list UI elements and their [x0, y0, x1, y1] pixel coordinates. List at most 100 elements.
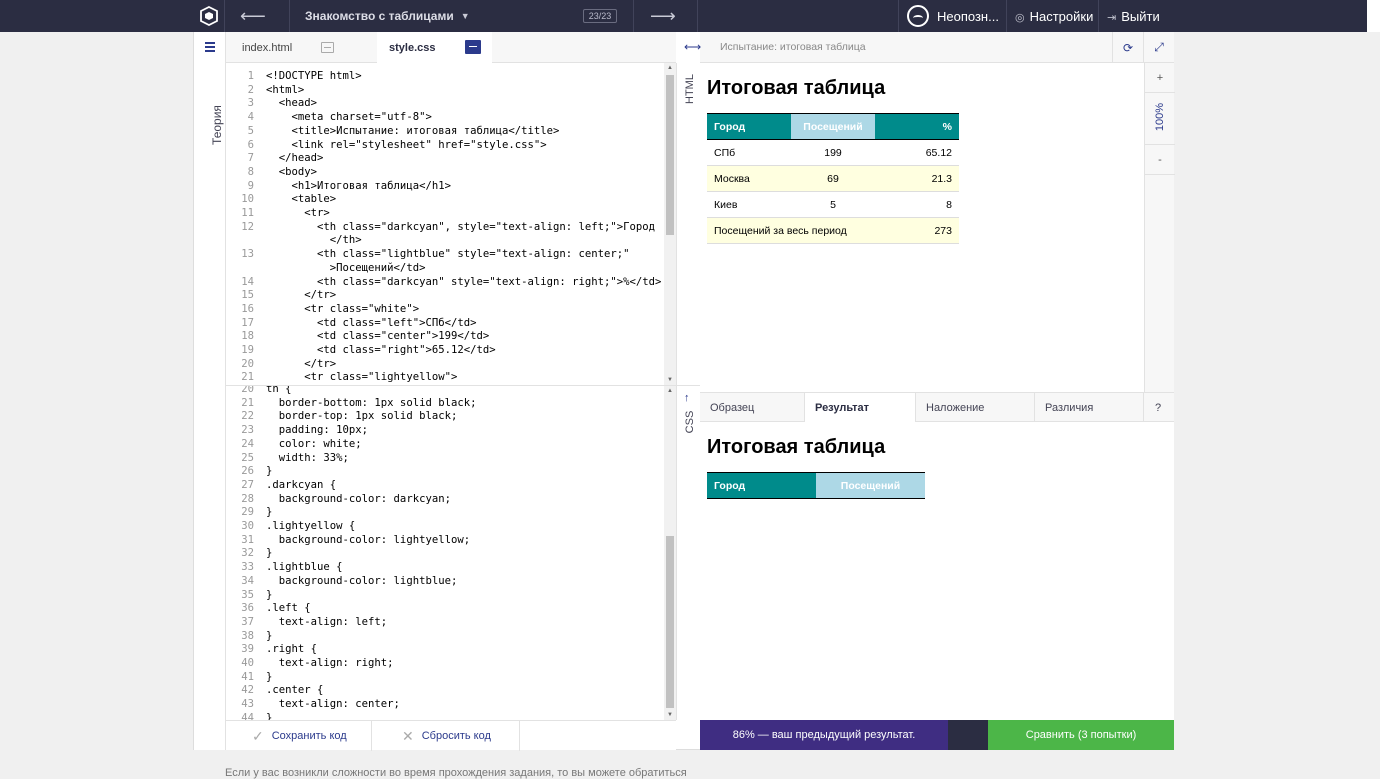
code-line[interactable]: 35}	[226, 589, 666, 603]
code-line[interactable]: 20 </tr>	[226, 358, 666, 372]
code-line[interactable]: 30 .lightyellow {	[226, 520, 666, 534]
zoom-out-button[interactable]: -	[1145, 145, 1175, 175]
code-line[interactable]: 14 <th class="darkcyan" style="text-alig…	[226, 276, 666, 290]
line-number: 20	[241, 357, 254, 370]
code-line[interactable]: 26}	[226, 465, 666, 479]
code-line[interactable]: 18 <td class="center">199</td>	[226, 330, 666, 344]
code-line[interactable]: 44}	[226, 712, 666, 720]
line-number: 39	[241, 643, 254, 656]
code-line[interactable]: 19 <td class="right">65.12</td>	[226, 344, 666, 358]
fullscreen-button[interactable]: ⤢	[1143, 32, 1174, 63]
refresh-button[interactable]: ⟳	[1112, 32, 1143, 63]
code-line[interactable]: 36 .left {	[226, 602, 666, 616]
code-text: text-align: center;	[266, 698, 400, 711]
reset-code-button[interactable]: ✕ Сбросить код	[372, 721, 520, 751]
line-number: 14	[241, 275, 254, 288]
code-line[interactable]: 3 <head>	[226, 97, 666, 111]
editor-actions: ✓ Сохранить код ✕ Сбросить код	[226, 720, 676, 751]
user-name: Неопозн...	[937, 8, 999, 24]
code-line[interactable]: 38}	[226, 630, 666, 644]
line-number: 13	[241, 248, 254, 261]
code-line[interactable]: 20 th {	[226, 386, 666, 397]
code-line[interactable]: 33 .lightblue {	[226, 561, 666, 575]
code-text: }	[266, 588, 273, 601]
code-text: }	[266, 465, 273, 478]
css-side-label[interactable]: ↑ CSS	[676, 386, 700, 720]
code-line[interactable]: 4 <meta charset="utf-8">	[226, 111, 666, 125]
code-line[interactable]: 12 <th class="darkcyan", style="text-ali…	[226, 221, 666, 235]
line-number: 21	[241, 371, 254, 384]
table-header: %	[875, 113, 959, 140]
code-line[interactable]: 8 <body>	[226, 166, 666, 180]
save-code-button[interactable]: ✓ Сохранить код	[226, 721, 372, 751]
tab-overlay[interactable]: Наложение	[916, 393, 1035, 422]
code-line[interactable]: 34 background-color: lightblue;	[226, 575, 666, 589]
code-line[interactable]: 17 <td class="left">СПб</td>	[226, 317, 666, 331]
code-line[interactable]: 15 </tr>	[226, 289, 666, 303]
code-line[interactable]: 11 <tr>	[226, 207, 666, 221]
tab-sample[interactable]: Образец	[700, 393, 805, 422]
code-line[interactable]: 1 <!DOCTYPE html>	[226, 70, 666, 84]
code-line[interactable]: 23 padding: 10px;	[226, 424, 666, 438]
code-line[interactable]: 27 .darkcyan {	[226, 479, 666, 493]
code-line[interactable]: 6 <link rel="stylesheet" href="style.css…	[226, 139, 666, 153]
css-scrollbar[interactable]: ▲ ▼	[664, 386, 676, 720]
css-label: CSS	[684, 410, 696, 434]
code-line[interactable]: >Посещений</td>	[226, 262, 666, 276]
resize-icon[interactable]: ⟷	[684, 40, 701, 54]
logo-icon[interactable]	[199, 0, 219, 32]
line-number: 23	[241, 424, 254, 437]
tab-index-html[interactable]: index.html	[226, 32, 345, 63]
code-line[interactable]: 22 border-top: 1px solid black;	[226, 410, 666, 424]
code-line[interactable]: 2 <html>	[226, 84, 666, 98]
theory-panel[interactable]: Теория	[194, 32, 226, 750]
code-line[interactable]: 13 <th class="lightblue" style="text-ali…	[226, 248, 666, 262]
collapse-icon[interactable]	[321, 42, 334, 53]
html-side-label[interactable]: HTML	[676, 63, 700, 385]
code-line[interactable]: 16 <tr class="white">	[226, 303, 666, 317]
code-line[interactable]: 43 text-align: center;	[226, 698, 666, 712]
settings-link[interactable]: ◎ Настройки	[1015, 0, 1093, 32]
code-line[interactable]: 37 text-align: left;	[226, 616, 666, 630]
code-line[interactable]: 39 .right {	[226, 643, 666, 657]
code-text: <tr class="lightyellow">	[266, 371, 458, 384]
css-editor[interactable]: 20 th {21 border-bottom: 1px solid black;…	[226, 386, 676, 720]
arrow-right-icon: ⟶	[650, 5, 676, 26]
code-text: background-color: lightyellow;	[266, 533, 471, 546]
code-line[interactable]: 21 <tr class="lightyellow">	[226, 371, 666, 385]
code-line[interactable]: 10 <table>	[226, 193, 666, 207]
code-line[interactable]: 9 <h1>Итоговая таблица</h1>	[226, 180, 666, 194]
code-line[interactable]: 32}	[226, 547, 666, 561]
code-line[interactable]: 29}	[226, 506, 666, 520]
code-line[interactable]: 41}	[226, 671, 666, 685]
code-line[interactable]: 31 background-color: lightyellow;	[226, 534, 666, 548]
theory-label[interactable]: Теория	[210, 105, 224, 145]
code-line[interactable]: 42 .center {	[226, 684, 666, 698]
tab-differences[interactable]: Различия	[1035, 393, 1144, 422]
zoom-in-button[interactable]: +	[1145, 63, 1175, 93]
next-task-button[interactable]: ⟶	[650, 0, 676, 32]
code-line[interactable]: 25 width: 33%;	[226, 452, 666, 466]
code-line[interactable]: 28 background-color: darkcyan;	[226, 493, 666, 507]
code-line[interactable]: 5 <title>Испытание: итоговая таблица</ti…	[226, 125, 666, 139]
tab-result[interactable]: Результат	[805, 393, 916, 422]
course-selector[interactable]: Знакомство с таблицами ▼	[305, 0, 470, 32]
collapse-icon[interactable]	[465, 40, 481, 54]
table-row: Киев 5 8	[707, 191, 959, 218]
previous-task-button[interactable]: ⟵	[240, 0, 266, 32]
html-editor[interactable]: 1 <!DOCTYPE html> 2 <html> 3 <head> 4 <meta c…	[226, 63, 676, 385]
code-line[interactable]: 24 color: white;	[226, 438, 666, 452]
code-line[interactable]: 7 </head>	[226, 152, 666, 166]
logout-link[interactable]: ⇥ Выйти	[1107, 0, 1160, 32]
arrow-up-icon[interactable]: ↑	[684, 392, 690, 404]
help-button[interactable]: ?	[1144, 393, 1174, 422]
menu-icon[interactable]	[205, 42, 215, 54]
code-line[interactable]: 40 text-align: right;	[226, 657, 666, 671]
html-scrollbar[interactable]: ▲ ▼	[664, 63, 676, 385]
code-line[interactable]: 21 border-bottom: 1px solid black;	[226, 397, 666, 411]
compare-button[interactable]: Сравнить (3 попытки)	[988, 720, 1174, 750]
code-text: width: 33%;	[266, 451, 349, 464]
user-menu[interactable]: Неопозн...	[907, 0, 999, 32]
tab-style-css[interactable]: style.css	[377, 32, 492, 63]
code-line[interactable]: </th>	[226, 234, 666, 248]
